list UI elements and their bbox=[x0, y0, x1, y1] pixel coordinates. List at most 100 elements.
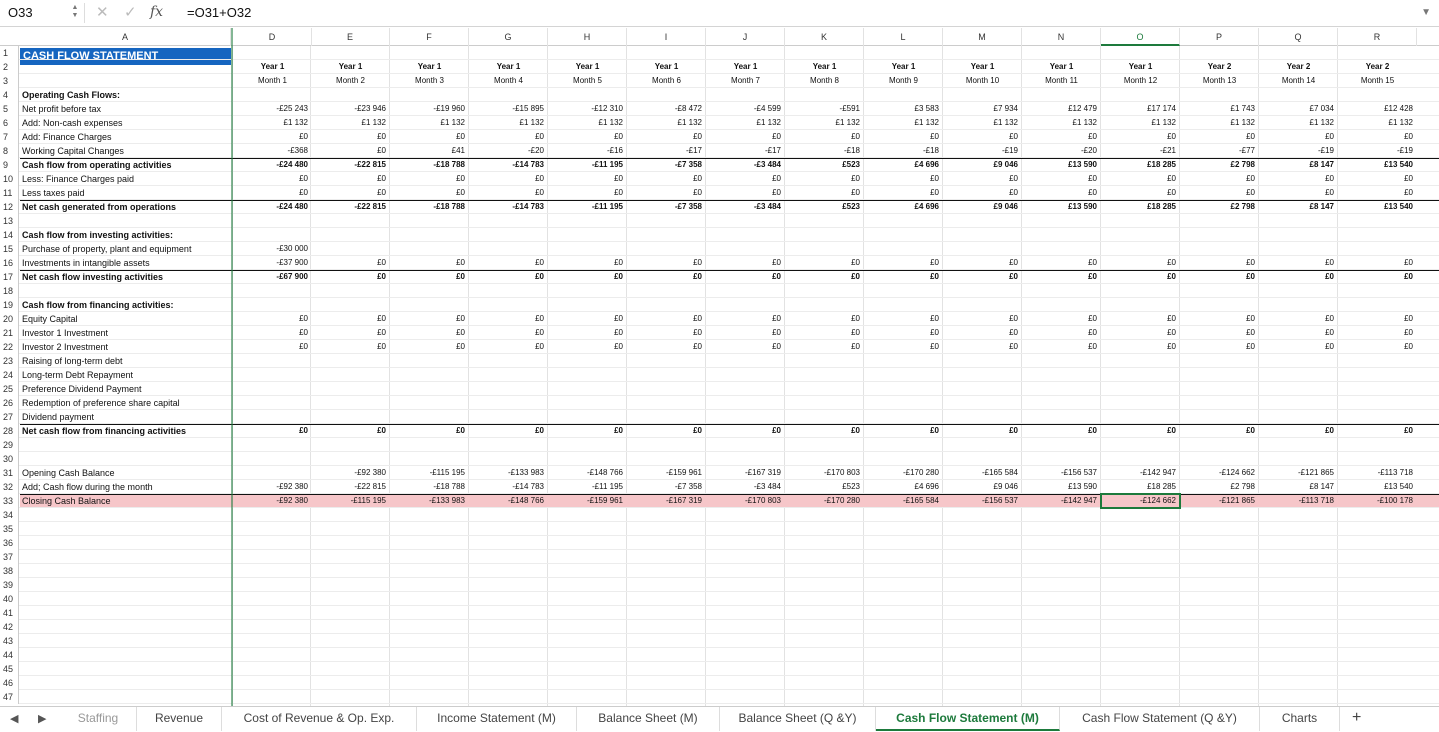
value-cell[interactable]: -£17 bbox=[706, 144, 785, 158]
value-cell[interactable]: -£92 380 bbox=[233, 494, 312, 508]
row-header[interactable]: 30 bbox=[0, 452, 19, 466]
row-header[interactable]: 40 bbox=[0, 592, 19, 606]
value-cell[interactable]: -£165 584 bbox=[864, 494, 943, 508]
value-cell[interactable]: -£24 480 bbox=[233, 158, 312, 172]
value-cell[interactable]: £0 bbox=[943, 312, 1022, 326]
row-label[interactable]: Add; Cash flow during the month bbox=[20, 480, 231, 494]
year-header-cell[interactable]: Year 1 bbox=[311, 60, 390, 74]
row-header[interactable]: 25 bbox=[0, 382, 19, 396]
value-cell[interactable]: £13 590 bbox=[1022, 480, 1101, 494]
value-cell[interactable]: £8 147 bbox=[1259, 200, 1338, 214]
column-header-l[interactable]: L bbox=[864, 28, 943, 46]
row-header[interactable]: 24 bbox=[0, 368, 19, 382]
value-cell[interactable]: £0 bbox=[311, 144, 390, 158]
row-header[interactable]: 1 bbox=[0, 46, 19, 60]
value-cell[interactable]: £523 bbox=[785, 200, 864, 214]
row-label[interactable]: Investor 1 Investment bbox=[20, 326, 231, 340]
value-cell[interactable]: £0 bbox=[311, 312, 390, 326]
year-header-cell[interactable]: Year 1 bbox=[1101, 60, 1180, 74]
row-label[interactable]: Net cash generated from operations bbox=[20, 200, 231, 214]
value-cell[interactable]: £0 bbox=[1338, 172, 1417, 186]
value-cell[interactable]: £1 132 bbox=[785, 116, 864, 130]
value-cell[interactable]: £1 132 bbox=[1101, 116, 1180, 130]
value-cell[interactable]: £0 bbox=[390, 326, 469, 340]
row-header[interactable]: 42 bbox=[0, 620, 19, 634]
value-cell[interactable]: £0 bbox=[1338, 186, 1417, 200]
value-cell[interactable]: £0 bbox=[1101, 340, 1180, 354]
value-cell[interactable]: -£92 380 bbox=[233, 480, 312, 494]
month-header-cell[interactable]: Month 15 bbox=[1338, 74, 1417, 88]
value-cell[interactable]: £0 bbox=[233, 130, 312, 144]
value-cell[interactable]: -£23 946 bbox=[311, 102, 390, 116]
row-label[interactable]: Less taxes paid bbox=[20, 186, 231, 200]
row-header[interactable]: 12 bbox=[0, 200, 19, 214]
row-header[interactable]: 41 bbox=[0, 606, 19, 620]
row-label[interactable]: Dividend payment bbox=[20, 410, 231, 424]
value-cell[interactable]: £0 bbox=[233, 340, 312, 354]
year-header-cell[interactable]: Year 2 bbox=[1180, 60, 1259, 74]
value-cell[interactable]: £0 bbox=[1338, 270, 1417, 284]
column-header-e[interactable]: E bbox=[311, 28, 390, 46]
sheet-tab[interactable]: Revenue bbox=[137, 707, 222, 731]
value-cell[interactable]: £0 bbox=[864, 256, 943, 270]
value-cell[interactable]: £18 285 bbox=[1101, 200, 1180, 214]
value-cell[interactable]: £0 bbox=[864, 340, 943, 354]
value-cell[interactable]: £13 540 bbox=[1338, 158, 1417, 172]
value-cell[interactable]: £0 bbox=[469, 340, 548, 354]
value-cell[interactable]: £2 798 bbox=[1180, 158, 1259, 172]
value-cell[interactable]: £0 bbox=[1338, 312, 1417, 326]
value-cell[interactable]: -£121 865 bbox=[1259, 466, 1338, 480]
value-cell[interactable]: £0 bbox=[627, 326, 706, 340]
value-cell[interactable]: £0 bbox=[1259, 172, 1338, 186]
next-sheet-icon[interactable]: ▶ bbox=[38, 712, 46, 725]
value-cell[interactable]: £13 590 bbox=[1022, 158, 1101, 172]
row-header[interactable]: 7 bbox=[0, 130, 19, 144]
value-cell[interactable]: -£21 bbox=[1101, 144, 1180, 158]
row-header[interactable]: 45 bbox=[0, 662, 19, 676]
value-cell[interactable]: £0 bbox=[311, 326, 390, 340]
value-cell[interactable]: -£22 815 bbox=[311, 480, 390, 494]
name-box-stepper-icon[interactable]: ▲ ▼ bbox=[70, 4, 80, 22]
row-label[interactable]: Operating Cash Flows: bbox=[20, 88, 231, 102]
value-cell[interactable]: £0 bbox=[390, 312, 469, 326]
column-header-j[interactable]: J bbox=[706, 28, 785, 46]
value-cell[interactable]: £0 bbox=[1180, 340, 1259, 354]
value-cell[interactable]: -£170 803 bbox=[785, 466, 864, 480]
value-cell[interactable]: -£19 bbox=[943, 144, 1022, 158]
add-sheet-icon[interactable]: + bbox=[1352, 709, 1361, 727]
value-cell[interactable]: £1 132 bbox=[1259, 116, 1338, 130]
value-cell[interactable]: £0 bbox=[1101, 312, 1180, 326]
value-cell[interactable]: £4 696 bbox=[864, 158, 943, 172]
year-header-cell[interactable]: Year 1 bbox=[233, 60, 312, 74]
value-cell[interactable]: -£368 bbox=[233, 144, 312, 158]
year-header-cell[interactable]: Year 1 bbox=[706, 60, 785, 74]
row-header[interactable]: 9 bbox=[0, 158, 19, 172]
column-header-q[interactable]: Q bbox=[1259, 28, 1338, 46]
formula-input[interactable]: =O31+O32 bbox=[187, 5, 251, 20]
value-cell[interactable]: £0 bbox=[706, 326, 785, 340]
value-cell[interactable]: -£18 bbox=[785, 144, 864, 158]
value-cell[interactable]: £8 147 bbox=[1259, 158, 1338, 172]
value-cell[interactable]: £0 bbox=[1338, 340, 1417, 354]
value-cell[interactable]: £0 bbox=[1180, 186, 1259, 200]
value-cell[interactable]: £0 bbox=[1259, 312, 1338, 326]
row-label[interactable]: Cash flow from investing activities: bbox=[20, 228, 231, 242]
value-cell[interactable]: £0 bbox=[1022, 256, 1101, 270]
row-header[interactable]: 29 bbox=[0, 438, 19, 452]
row-header[interactable]: 44 bbox=[0, 648, 19, 662]
value-cell[interactable]: £0 bbox=[1259, 130, 1338, 144]
row-header[interactable]: 26 bbox=[0, 396, 19, 410]
value-cell[interactable]: £0 bbox=[233, 172, 312, 186]
value-cell[interactable]: £0 bbox=[1259, 326, 1338, 340]
value-cell[interactable]: £0 bbox=[1101, 326, 1180, 340]
column-header-p[interactable]: P bbox=[1180, 28, 1259, 46]
value-cell[interactable]: £0 bbox=[311, 340, 390, 354]
column-header-k[interactable]: K bbox=[785, 28, 864, 46]
row-header[interactable]: 21 bbox=[0, 326, 19, 340]
value-cell[interactable]: -£115 195 bbox=[390, 466, 469, 480]
value-cell[interactable]: -£30 000 bbox=[233, 242, 312, 256]
value-cell[interactable]: £1 132 bbox=[548, 116, 627, 130]
month-header-cell[interactable]: Month 10 bbox=[943, 74, 1022, 88]
value-cell[interactable]: -£92 380 bbox=[311, 466, 390, 480]
value-cell[interactable]: £0 bbox=[390, 340, 469, 354]
